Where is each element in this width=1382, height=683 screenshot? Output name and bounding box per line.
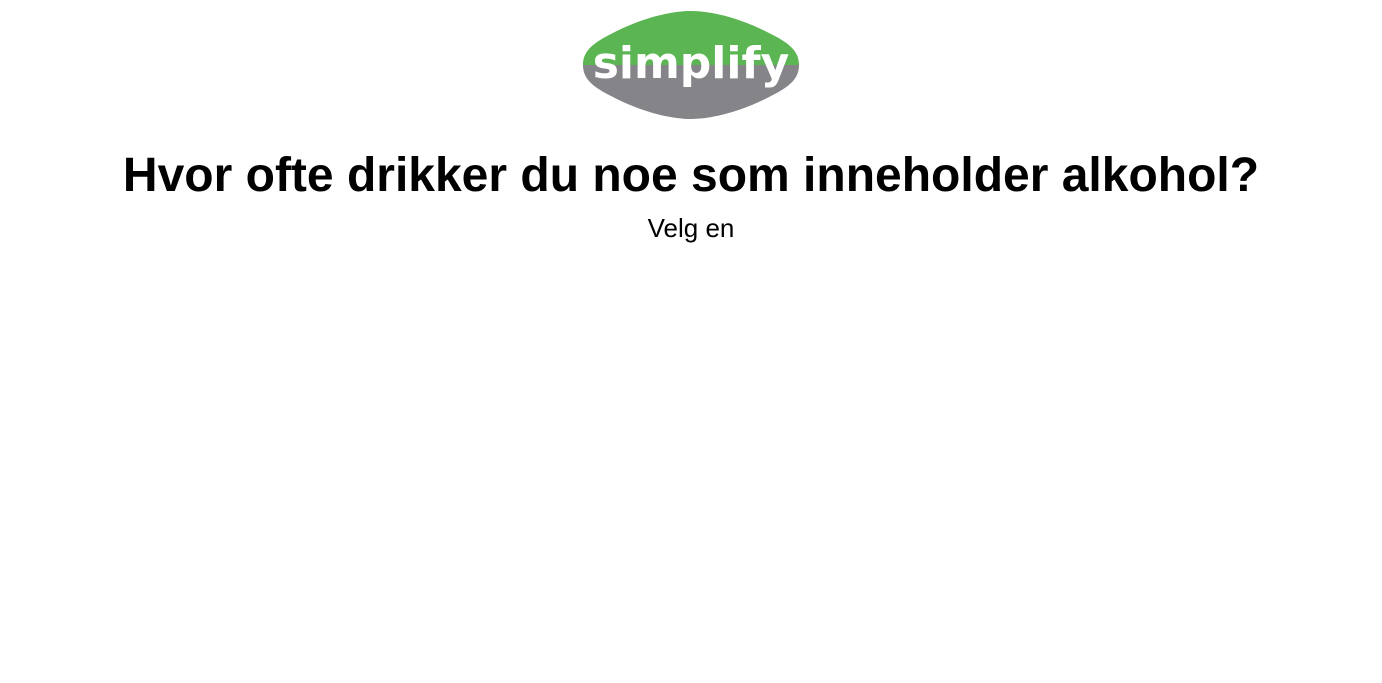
logo-text: simplify (593, 38, 790, 89)
logo-mark-icon: simplify (583, 11, 799, 119)
simplify-logo: simplify (581, 8, 801, 122)
question-title: Hvor ofte drikker du noe som inneholder … (122, 149, 1260, 202)
question-instruction: Velg en (647, 213, 735, 243)
